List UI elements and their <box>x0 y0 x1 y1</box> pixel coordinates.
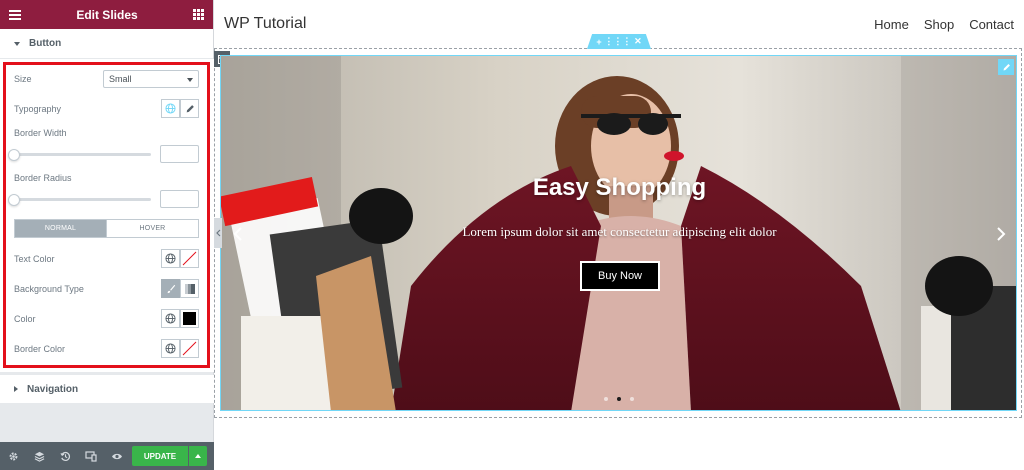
size-select[interactable]: Small <box>103 70 199 88</box>
main-nav: Home Shop Contact <box>874 17 1014 32</box>
caret-down-icon <box>14 41 20 46</box>
pencil-icon <box>186 104 194 112</box>
gradient-icon <box>184 283 195 294</box>
responsive-icon[interactable] <box>78 442 104 470</box>
chevron-left-icon <box>215 229 220 237</box>
slide-heading: Easy Shopping <box>532 174 707 201</box>
brush-icon <box>167 284 175 293</box>
border-width-slider-handle[interactable] <box>8 149 20 161</box>
globe-icon <box>165 103 176 114</box>
color-label: Color <box>14 314 36 324</box>
gear-icon[interactable] <box>0 442 26 470</box>
edit-widget-icon[interactable] <box>998 59 1014 75</box>
nav-item-contact[interactable]: Contact <box>969 17 1014 32</box>
drag-handle-icon[interactable]: ⋮⋮⋮ <box>604 36 631 47</box>
background-type-label: Background Type <box>14 284 84 294</box>
tab-hover[interactable]: HOVER <box>106 220 198 237</box>
globe-icon <box>165 313 176 324</box>
caret-right-icon <box>14 386 18 392</box>
size-select-value: Small <box>109 74 132 84</box>
tab-normal[interactable]: NORMAL <box>15 220 106 237</box>
section-button-toggle[interactable]: Button <box>0 29 213 59</box>
text-color-label: Text Color <box>14 254 55 264</box>
chevron-up-icon <box>195 454 201 458</box>
panel-footer: UPDATE <box>0 442 214 470</box>
nav-item-home[interactable]: Home <box>874 17 909 32</box>
border-radius-label: Border Radius <box>14 173 72 183</box>
close-icon[interactable]: ✕ <box>634 36 642 47</box>
update-options-button[interactable] <box>189 446 207 466</box>
update-button[interactable]: UPDATE <box>132 446 188 466</box>
border-color-global-button[interactable] <box>161 339 180 358</box>
border-color-label: Border Color <box>14 344 66 354</box>
color-swatch-fill <box>183 312 196 325</box>
page-preview: WP Tutorial Home Shop Contact + ⋮⋮⋮ ✕ Ea… <box>214 0 1024 470</box>
globe-icon <box>165 343 176 354</box>
edit-typography-button[interactable] <box>180 99 199 118</box>
slide: Easy Shopping Lorem ipsum dolor sit amet… <box>220 55 1017 411</box>
state-tabs: NORMAL HOVER <box>14 219 199 238</box>
no-color-icon <box>182 251 197 266</box>
border-radius-slider[interactable] <box>14 198 151 201</box>
panel-header: Edit Slides <box>0 0 213 29</box>
collapse-panel-button[interactable] <box>214 218 222 248</box>
size-label: Size <box>14 74 32 84</box>
border-radius-input[interactable] <box>160 190 199 208</box>
border-width-label: Border Width <box>14 128 67 138</box>
globe-icon <box>165 253 176 264</box>
widgets-grid-icon[interactable] <box>192 9 204 20</box>
slide-dot[interactable] <box>630 397 634 401</box>
prev-slide-icon[interactable] <box>231 226 245 242</box>
panel-title: Edit Slides <box>76 7 138 22</box>
border-color-swatch[interactable] <box>180 339 199 358</box>
border-radius-slider-handle[interactable] <box>8 194 20 206</box>
slide-dot[interactable] <box>604 397 608 401</box>
typography-label: Typography <box>14 104 62 114</box>
section-navigation-toggle[interactable]: Navigation <box>0 375 214 403</box>
border-width-slider[interactable] <box>14 153 151 156</box>
global-typography-button[interactable] <box>161 99 180 118</box>
color-swatch[interactable] <box>180 309 199 328</box>
no-color-icon <box>182 341 197 356</box>
section-button-label: Button <box>29 38 62 49</box>
site-title[interactable]: WP Tutorial <box>224 15 306 33</box>
section-navigation-label: Navigation <box>27 383 79 395</box>
border-width-input[interactable] <box>160 145 199 163</box>
section-handle[interactable]: + ⋮⋮⋮ ✕ <box>587 34 651 49</box>
history-icon[interactable] <box>52 442 78 470</box>
color-global-button[interactable] <box>161 309 180 328</box>
slide-dots <box>604 397 634 401</box>
nav-item-shop[interactable]: Shop <box>924 17 954 32</box>
background-gradient-button[interactable] <box>180 279 199 298</box>
add-section-icon[interactable]: + <box>596 37 601 47</box>
eye-icon[interactable] <box>104 442 130 470</box>
slide-description: Lorem ipsum dolor sit amet consectetur a… <box>462 224 777 239</box>
menu-icon[interactable] <box>9 9 21 20</box>
background-classic-button[interactable] <box>161 279 180 298</box>
text-color-swatch[interactable] <box>180 249 199 268</box>
next-slide-icon[interactable] <box>994 226 1008 242</box>
chevron-down-icon <box>187 78 193 82</box>
editor-panel: Edit Slides Button Size Small Typography… <box>0 0 214 470</box>
layers-icon[interactable] <box>26 442 52 470</box>
text-color-global-button[interactable] <box>161 249 180 268</box>
slide-dot-active[interactable] <box>617 397 621 401</box>
buy-now-button[interactable]: Buy Now <box>580 261 660 291</box>
